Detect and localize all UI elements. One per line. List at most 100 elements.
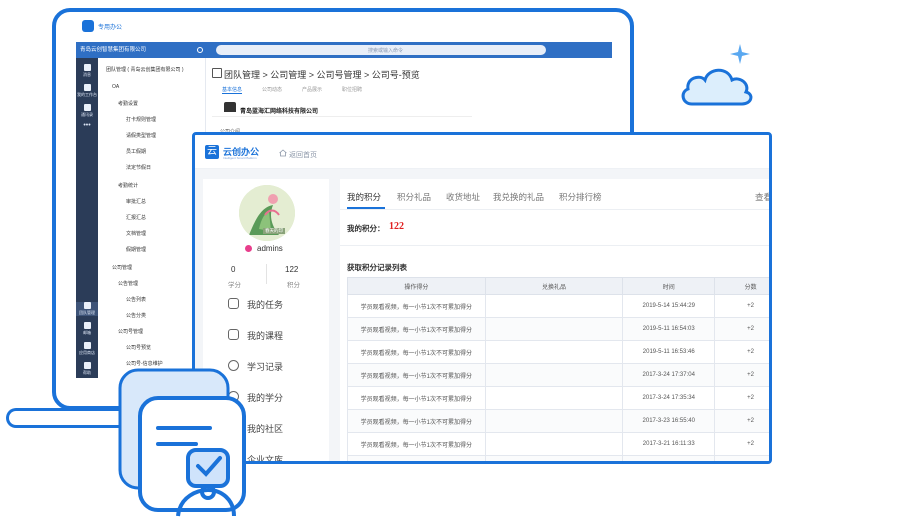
- tree-item[interactable]: 员工假期: [126, 148, 146, 155]
- cell-gift: [484, 317, 624, 341]
- workbench-icon: [83, 84, 91, 91]
- cell-gift: [484, 455, 624, 461]
- cell-time: 2019-5-11 16:53:46: [622, 340, 716, 364]
- rail-item-contacts[interactable]: 通讯录: [76, 104, 98, 118]
- tab-address[interactable]: 收货地址: [446, 191, 480, 203]
- menu-my-tasks[interactable]: 我的任务: [247, 298, 283, 311]
- divider: [340, 209, 769, 210]
- tab-jobs[interactable]: 职位招聘: [342, 86, 362, 93]
- menu-my-courses[interactable]: 我的课程: [247, 329, 283, 342]
- points-value: 122: [389, 221, 404, 232]
- sparkle-icon: [730, 44, 750, 64]
- username: admins: [257, 244, 283, 253]
- points-stat-value: 122: [285, 265, 299, 274]
- tree-item[interactable]: 公司号管理: [118, 328, 143, 335]
- cell-score: +2: [714, 432, 769, 456]
- company-selector[interactable]: 青岛云创智慧集团有限公司: [80, 45, 146, 53]
- col-header: 时间: [622, 277, 716, 295]
- tab-more-link[interactable]: 查看: [755, 191, 769, 203]
- tree-item[interactable]: 公司号-信息维护: [126, 360, 163, 367]
- credits-label: 学分: [228, 282, 241, 289]
- tree-item[interactable]: 考勤统计: [118, 182, 138, 189]
- tree-item[interactable]: 假期管理: [126, 246, 146, 253]
- cell-score: +2: [714, 340, 769, 364]
- tree-item[interactable]: 公司号预览: [126, 344, 151, 351]
- points-label: 我的积分：: [347, 224, 385, 233]
- tree-item[interactable]: 文档管理: [126, 230, 146, 237]
- grid-icon: [83, 302, 91, 309]
- table-row: [347, 455, 769, 461]
- records-title: 获取积分记录列表: [347, 263, 407, 272]
- col-header: 分数: [714, 277, 769, 295]
- tree-item[interactable]: 请假类型管理: [126, 132, 156, 139]
- tab-basic-info[interactable]: 基本信息: [222, 86, 243, 94]
- tree-item[interactable]: 打卡规则管理: [126, 116, 156, 123]
- cell-score: +2: [714, 363, 769, 387]
- cell-action: 学员观看视频，每一小节1次不可累加得分: [347, 340, 486, 364]
- tree-item[interactable]: 汇报汇总: [126, 214, 146, 221]
- tree-item[interactable]: 考勤设置: [118, 100, 138, 107]
- bell-icon: [83, 64, 91, 71]
- cell-time: [622, 455, 716, 461]
- table-header-row: 操作得分 兑换礼品 时间 分数: [347, 277, 769, 295]
- stat-divider: [266, 264, 267, 284]
- home-icon[interactable]: [279, 149, 287, 157]
- tab-my-redeemed[interactable]: 我兑换的礼品: [493, 191, 544, 203]
- tab-my-points[interactable]: 我的积分: [347, 191, 381, 203]
- cell-action: 学员观看视频，每一小节1次不可累加得分: [347, 386, 486, 410]
- back-logo-icon: [82, 20, 94, 32]
- rail-item-team[interactable]: 团队管理: [76, 302, 98, 316]
- tree-item[interactable]: 公司管理: [112, 264, 132, 271]
- tree-item[interactable]: 审批汇总: [126, 198, 146, 205]
- company-avatar: [224, 102, 236, 112]
- tab-products[interactable]: 产品展示: [302, 86, 322, 93]
- points-records-table: 操作得分 兑换礼品 时间 分数 学员观看视频，每一小节1次不可累加得分 2019-…: [347, 277, 769, 461]
- company-name: 青岛蓝海汇网络科技有限公司: [240, 109, 319, 115]
- tree-item[interactable]: OA: [112, 84, 119, 90]
- tab-ranking[interactable]: 积分排行榜: [559, 191, 602, 203]
- tab-news[interactable]: 公司动态: [262, 86, 282, 93]
- cell-gift: [484, 294, 624, 318]
- table-row: 学员观看视频，每一小节1次不可累加得分 2017-3-24 17:37:04 +2: [347, 363, 769, 387]
- credits-value: 0: [231, 265, 236, 274]
- task-icon: [228, 298, 239, 309]
- user-badge-icon: [245, 245, 252, 252]
- cell-time: 2017-3-24 17:37:04: [622, 363, 716, 387]
- rail-item-store[interactable]: 应用商店: [76, 342, 98, 356]
- search-placeholder: 搜索或输入命令: [368, 48, 404, 54]
- table-row: 学员观看视频，每一小节1次不可累加得分 2019-5-11 16:54:03 +2: [347, 317, 769, 341]
- tree-item[interactable]: 法定节假日: [126, 164, 151, 171]
- more-icon[interactable]: •••: [76, 122, 98, 129]
- table-row: 学员观看视频，每一小节1次不可累加得分 2019-5-14 15:44:29 +2: [347, 294, 769, 318]
- rail-item-help[interactable]: 帮助: [76, 362, 98, 376]
- rail-item-mail[interactable]: 邮箱: [76, 322, 98, 336]
- cell-action: 学员观看视频，每一小节1次不可累加得分: [347, 294, 486, 318]
- cell-time: 2019-5-14 15:44:29: [622, 294, 716, 318]
- cell-time: 2017-3-21 16:11:33: [622, 432, 716, 456]
- tab-point-gifts[interactable]: 积分礼品: [397, 191, 431, 203]
- cell-gift: [484, 409, 624, 433]
- table-row: 学员观看视频，每一小节1次不可累加得分 2017-3-23 16:55:40 +2: [347, 409, 769, 433]
- cell-gift: [484, 386, 624, 410]
- icon-rail: 消息 我的工作台 通讯录 ••• 团队管理 邮箱 应用商店 帮助: [76, 58, 98, 378]
- document-badge-icon: [118, 368, 246, 517]
- refresh-icon[interactable]: [197, 47, 203, 53]
- divider: [340, 245, 769, 246]
- cell-score: [714, 455, 769, 461]
- tree-item[interactable]: 公告管理: [118, 280, 138, 287]
- course-icon: [228, 329, 239, 340]
- logo-subtitle: Intelligent Smart Platform: [223, 156, 257, 160]
- cell-action: 学员观看视频，每一小节1次不可累加得分: [347, 363, 486, 387]
- tree-item[interactable]: 团队管理 ( 青岛云创集团有限公司 ): [106, 66, 184, 73]
- tree-item[interactable]: 公告列表: [126, 296, 146, 303]
- rail-item-messages[interactable]: 消息: [76, 64, 98, 78]
- cell-action: 学员观看视频，每一小节1次不可累加得分: [347, 409, 486, 433]
- tree-item[interactable]: 公告分类: [126, 312, 146, 319]
- rail-item-workbench[interactable]: 我的工作台: [76, 84, 98, 98]
- store-icon: [83, 342, 91, 349]
- building-icon: [212, 68, 222, 78]
- home-link[interactable]: 返回首页: [289, 150, 317, 160]
- cell-score: +2: [714, 386, 769, 410]
- col-header: 兑换礼品: [484, 277, 624, 295]
- breadcrumb: 团队管理 > 公司管理 > 公司号管理 > 公司号-预览: [224, 70, 420, 80]
